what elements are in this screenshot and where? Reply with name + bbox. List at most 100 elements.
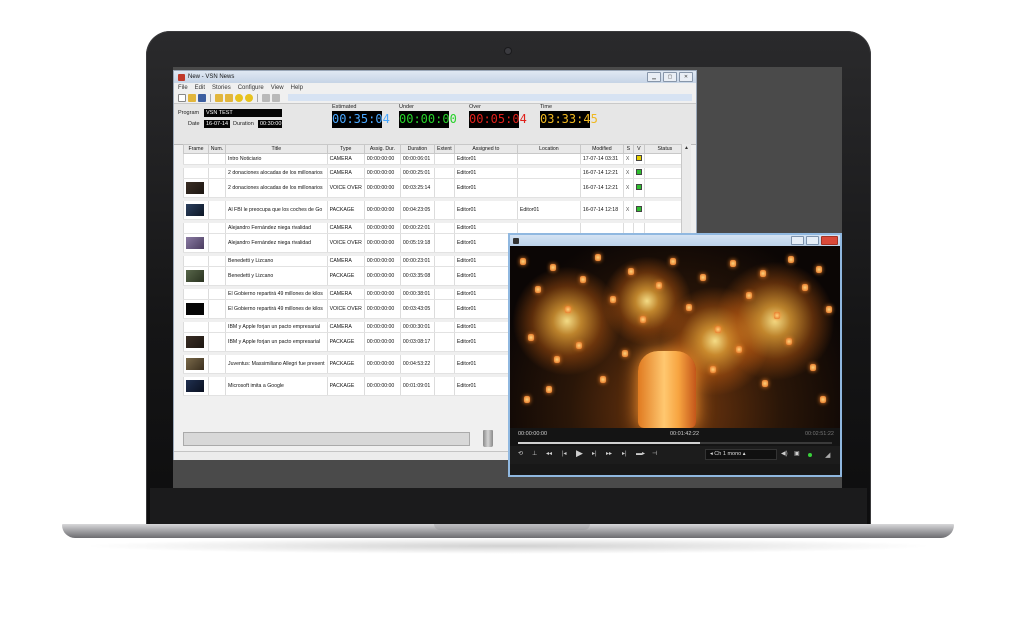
story-duration: 00:03:43:05 [399,299,435,319]
duration-field[interactable]: 00:30:00 [258,120,282,128]
assigned-duration: 00:00:00:00 [363,201,401,220]
column-header[interactable]: Title [225,144,328,154]
video-frame[interactable] [510,246,840,428]
frame-thumbnail [183,201,209,220]
column-header[interactable]: S [622,144,634,154]
table-row[interactable]: Intro Noticiario CAMERA 00:00:00:00 00:00:0… [183,153,686,165]
sky-lantern [788,256,794,263]
player-close-button[interactable] [821,236,838,245]
new-document-icon[interactable] [178,93,186,102]
menu-view[interactable]: View [271,85,284,91]
sky-lantern [670,258,676,265]
menu-configure[interactable]: Configure [238,85,264,91]
fast-forward-icon[interactable]: ▸▸ [606,450,612,457]
sky-lantern [622,350,628,357]
sky-lantern [802,284,808,291]
assigned-duration: 00:00:00:00 [363,256,401,267]
extent-cell [433,299,455,319]
seek-track[interactable] [518,442,832,444]
minimize-button[interactable]: ▁ [647,72,661,82]
v-flag [632,168,645,179]
assigned-duration: 00:00:00:00 [363,266,401,286]
sky-lantern [710,366,716,373]
extent-cell [433,332,455,352]
s-flag [622,223,634,234]
frame-thumbnail [183,266,209,286]
date-field[interactable]: 16-07-14 [204,120,230,128]
go-to-end-icon[interactable]: ▸| [622,450,627,457]
loop-icon[interactable]: ⟲ [518,450,523,457]
story-type: PACKAGE [326,266,365,286]
play-circle-icon[interactable] [235,93,243,102]
mark-in-icon[interactable]: ⊥ [532,450,537,457]
menu-edit[interactable]: Edit [195,85,205,91]
laptop-shadow [80,538,936,554]
player-maximize-button[interactable] [806,236,819,245]
story-title: Benedetti y Lizcano [225,256,328,267]
column-header[interactable]: Assig. Dur. [363,144,401,154]
scroll-up-icon[interactable]: ▲ [682,144,691,152]
open-folder-icon[interactable] [188,93,196,102]
rewind-icon[interactable]: ◂◂ [546,450,552,457]
column-header[interactable]: Assigned to [453,144,518,154]
story-type: CAMERA [326,223,365,234]
column-header[interactable]: V [632,144,645,154]
menu-help[interactable]: Help [291,85,303,91]
extent-cell [433,355,455,374]
close-button[interactable]: ✕ [679,72,693,82]
lock-icon[interactable] [262,93,270,102]
column-header[interactable]: Extent [433,144,455,154]
mark-out-icon[interactable]: ⊣ [652,450,657,457]
program-field[interactable]: VSN TEST [204,109,282,117]
firework-burst [715,261,835,381]
story-type: VOICE OVER [326,178,365,198]
save-icon[interactable] [198,93,206,102]
column-header[interactable]: Type [326,144,365,154]
maximize-button[interactable]: ▢ [663,72,677,82]
next-frame-icon[interactable]: ▸| [592,450,597,457]
export-icon[interactable] [225,93,233,102]
s-flag: X [622,201,634,220]
assigned-duration: 00:00:00:00 [363,322,401,333]
column-header[interactable]: Status [643,144,686,154]
table-row[interactable]: Alejandro Fernández niega rivalidad CAMER… [183,223,686,234]
sky-lantern [816,266,822,273]
column-header[interactable]: Frame [183,144,209,154]
story-duration: 00:00:38:01 [399,289,435,300]
table-row[interactable]: 2 donaciones alocadas de los millonarios… [183,168,686,179]
volume-icon[interactable]: ◀) [781,450,788,457]
play-icon[interactable]: ▶ [576,448,583,459]
display-icon[interactable]: ▣ [794,450,800,457]
thumbnail-image [186,182,204,194]
thumbnail-image [186,237,204,249]
story-duration: 00:03:35:08 [399,266,435,286]
story-title: Microsoft imita a Google [225,377,328,396]
menu-stories[interactable]: Stories [212,85,231,91]
record-circle-icon[interactable] [245,93,253,102]
grid-icon[interactable] [272,93,280,102]
story-title: 2 donaciones alocadas de los millonarios [225,168,328,179]
audio-channel-select[interactable]: ◂ Ch 1 mono ▴ [705,449,777,460]
frame-thumbnail [183,322,209,333]
status-square-icon [635,169,642,175]
sky-lantern [610,296,616,303]
previous-frame-icon[interactable]: |◂ [562,450,567,457]
modified-date: 17-07-14 03:31 [579,153,624,165]
column-header[interactable]: Duration [399,144,435,154]
audio-channel-label: Ch 1 mono [714,451,742,457]
table-row[interactable]: 2 donaciones alocadas de los millonarios… [183,178,686,198]
column-header[interactable]: Num. [208,144,226,154]
location-cell [516,168,581,179]
shuttle-icon[interactable]: ▬▸ [636,450,645,457]
extent-cell [433,322,455,333]
player-minimize-button[interactable] [791,236,804,245]
menu-file[interactable]: File [178,85,188,91]
column-header[interactable]: Location [516,144,581,154]
story-number [208,289,226,300]
column-header[interactable]: Modified [579,144,624,154]
table-row[interactable]: Al FBI le preocupa que los coches de Go P… [183,201,686,220]
import-icon[interactable] [215,93,223,102]
frame-thumbnail [183,233,209,253]
trash-icon[interactable] [483,430,493,447]
frame-thumbnail [183,299,209,319]
